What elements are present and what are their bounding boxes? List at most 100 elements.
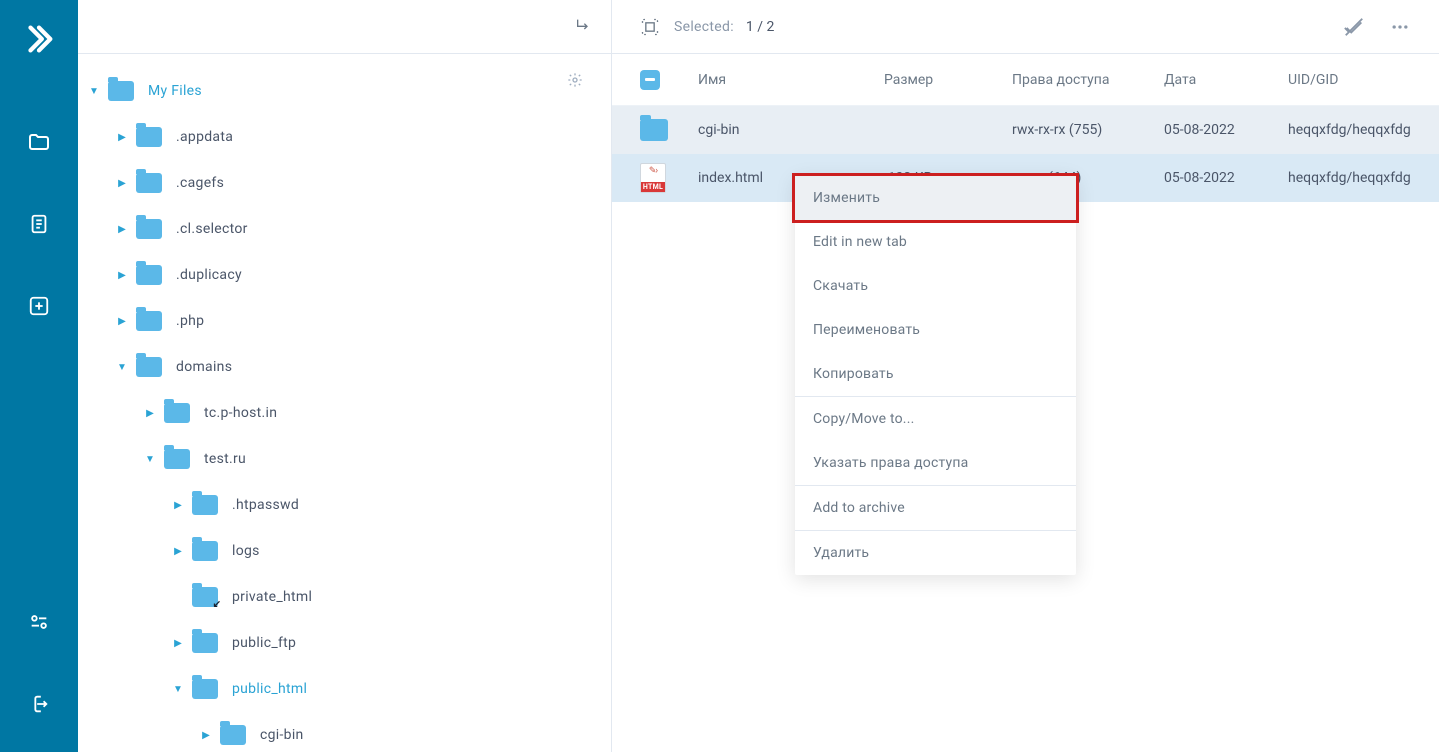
- tree-item-label: .duplicacy: [176, 267, 242, 283]
- spacer: [172, 591, 184, 603]
- tree-item[interactable]: ▶ .cl.selector: [88, 206, 601, 252]
- tree-item-label: .htpasswd: [232, 497, 299, 513]
- chevron-down-icon[interactable]: ▼: [88, 85, 100, 97]
- folder-icon: [164, 403, 190, 423]
- tree-item[interactable]: ▶ .duplicacy: [88, 252, 601, 298]
- tree-item-label: private_html: [232, 589, 312, 605]
- chevron-right-icon[interactable]: ▶: [116, 269, 128, 281]
- more-icon[interactable]: [1389, 16, 1411, 38]
- tree-item[interactable]: ▶ .php: [88, 298, 601, 344]
- tree-item-label: test.ru: [204, 451, 246, 467]
- col-perm[interactable]: Права доступа: [1012, 72, 1164, 88]
- tree-item-label: public_html: [232, 681, 307, 697]
- tree-item[interactable]: ▶ .appdata: [88, 114, 601, 160]
- chevron-right-icon[interactable]: ▶: [144, 407, 156, 419]
- select-all-icon[interactable]: [640, 17, 660, 37]
- document-icon[interactable]: [17, 202, 61, 246]
- tree-item[interactable]: ▼ public_html: [88, 666, 601, 712]
- folder-icon: [136, 265, 162, 285]
- tree-body: ▼ My Files ▶ .appdata ▶ .cagefs ▶ .cl.selecto…: [78, 54, 611, 752]
- tree-item[interactable]: ▶ public_ftp: [88, 620, 601, 666]
- folder-icon: [220, 725, 246, 745]
- ctx-rename[interactable]: Переименовать: [795, 308, 1076, 352]
- folder-icon: [192, 541, 218, 561]
- ctx-edit-new-tab[interactable]: Edit in new tab: [795, 220, 1076, 264]
- tree-item[interactable]: ▶ .cagefs: [88, 160, 601, 206]
- ctx-archive[interactable]: Add to archive: [795, 486, 1076, 530]
- cell-uid: heqqxfdg/heqqxfdg: [1288, 170, 1411, 186]
- tree-item[interactable]: ▶ logs: [88, 528, 601, 574]
- col-date[interactable]: Дата: [1164, 72, 1288, 88]
- tree-item[interactable]: private_html: [88, 574, 601, 620]
- logo-icon[interactable]: [18, 18, 60, 60]
- col-name[interactable]: Имя: [698, 72, 884, 88]
- chevron-down-icon[interactable]: ▼: [144, 453, 156, 465]
- logout-icon[interactable]: [17, 682, 61, 726]
- tree-item[interactable]: ▶ .htpasswd: [88, 482, 601, 528]
- deselect-icon[interactable]: [1343, 16, 1365, 38]
- gear-icon[interactable]: [567, 72, 583, 92]
- cell-uid: heqqxfdg/heqqxfdg: [1288, 122, 1411, 138]
- cell-perm: rwx-rx-rx (755): [1012, 122, 1164, 138]
- tree-item[interactable]: ▼ domains: [88, 344, 601, 390]
- table-row[interactable]: cgi-bin rwx-rx-rx (755)05-08-2022heqqxfdg…: [612, 106, 1439, 154]
- tree-panel: ▼ My Files ▶ .appdata ▶ .cagefs ▶ .cl.selecto…: [78, 0, 612, 752]
- folder-icon: [192, 495, 218, 515]
- chevron-right-icon[interactable]: ▶: [116, 223, 128, 235]
- table-header: Имя Размер Права доступа Дата UID/GID: [612, 54, 1439, 106]
- tree-item-label: logs: [232, 543, 260, 559]
- chevron-right-icon[interactable]: ▶: [172, 499, 184, 511]
- folder-icon: [640, 119, 668, 141]
- tree-item-label: .cl.selector: [176, 221, 248, 237]
- folder-icon: [164, 449, 190, 469]
- col-uid[interactable]: UID/GID: [1288, 72, 1411, 88]
- folder-icon: [136, 311, 162, 331]
- nav-rail: [0, 0, 78, 752]
- ctx-delete[interactable]: Удалить: [795, 531, 1076, 575]
- folder-icon: [192, 679, 218, 699]
- chevron-down-icon[interactable]: ▼: [116, 361, 128, 373]
- files-icon[interactable]: [17, 120, 61, 164]
- col-size[interactable]: Размер: [884, 72, 1012, 88]
- chevron-right-icon[interactable]: ▶: [172, 545, 184, 557]
- folder-icon: [136, 219, 162, 239]
- tree-item[interactable]: ▶ cgi-bin: [88, 712, 601, 752]
- chevron-right-icon[interactable]: ▶: [116, 315, 128, 327]
- context-menu: Изменить Edit in new tab Скачать Переиме…: [795, 176, 1076, 575]
- tree-item-label: .cagefs: [176, 175, 224, 191]
- tree-root-label: My Files: [148, 83, 202, 99]
- ctx-copy[interactable]: Копировать: [795, 352, 1076, 396]
- cell-date: 05-08-2022: [1164, 170, 1288, 186]
- tree-item[interactable]: ▶ tc.p-host.in: [88, 390, 601, 436]
- folder-icon: [108, 81, 134, 101]
- tree-item[interactable]: ▼ test.ru: [88, 436, 601, 482]
- ctx-permissions[interactable]: Указать права доступа: [795, 441, 1076, 485]
- enter-icon[interactable]: [575, 17, 591, 37]
- settings-icon[interactable]: [17, 600, 61, 644]
- selected-label: Selected:: [674, 19, 734, 35]
- tree-toolbar: [78, 0, 611, 54]
- ctx-download[interactable]: Скачать: [795, 264, 1076, 308]
- cell-name: cgi-bin: [698, 122, 884, 138]
- folder-icon: [136, 173, 162, 193]
- chevron-down-icon[interactable]: ▼: [172, 683, 184, 695]
- ctx-edit[interactable]: Изменить: [792, 173, 1079, 223]
- tree-item-label: public_ftp: [232, 635, 296, 651]
- tree-item-label: .appdata: [176, 129, 233, 145]
- tree-root[interactable]: ▼ My Files: [88, 68, 601, 114]
- ctx-copymove[interactable]: Copy/Move to...: [795, 397, 1076, 441]
- chevron-right-icon[interactable]: ▶: [116, 131, 128, 143]
- add-icon[interactable]: [17, 284, 61, 328]
- tree-item-label: cgi-bin: [260, 727, 304, 743]
- folder-icon: [192, 633, 218, 653]
- cell-date: 05-08-2022: [1164, 122, 1288, 138]
- chevron-right-icon[interactable]: ▶: [172, 637, 184, 649]
- header-checkbox[interactable]: [640, 70, 660, 90]
- html-file-icon: HTML: [640, 163, 666, 193]
- chevron-right-icon[interactable]: ▶: [200, 729, 212, 741]
- tree-item-label: .php: [176, 313, 204, 329]
- chevron-right-icon[interactable]: ▶: [116, 177, 128, 189]
- tree-item-label: tc.p-host.in: [204, 405, 277, 421]
- tree-item-label: domains: [176, 359, 232, 375]
- selected-count: 1 / 2: [746, 19, 774, 35]
